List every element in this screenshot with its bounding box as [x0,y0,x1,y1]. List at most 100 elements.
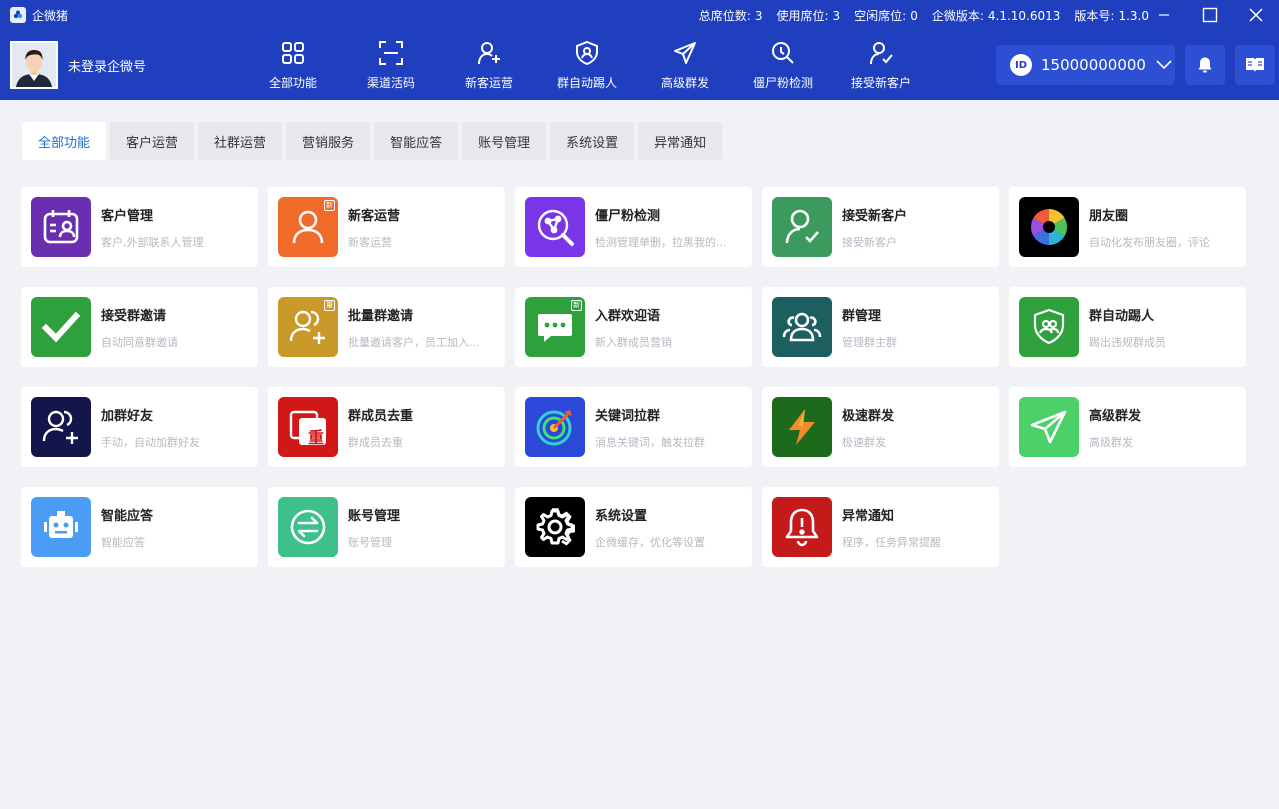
feature-title: 入群欢迎语 [595,309,661,324]
check-icon [31,297,91,357]
chat-icon: 新 [525,297,585,357]
search-icon [772,41,794,64]
feature-card[interactable]: 高级群发 高级群发 [1009,387,1246,467]
feature-card[interactable]: 关键词拉群消息关键词，触发拉群 [515,387,752,467]
feature-card[interactable]: 账号管理 账号管理 [268,487,505,567]
send-icon [674,41,696,64]
id-badge: ID [1010,54,1032,76]
user-check-icon [772,197,832,257]
feature-title: 异常通知 [842,509,895,524]
bell-icon [772,497,832,557]
switch-icon [278,497,338,557]
bell-icon [1198,57,1212,73]
nav-channel-qrcode[interactable]: 渠道活码 [342,30,440,100]
feature-title: 极速群发 [842,409,895,424]
feature-description: 自动化发布朋友圈，评论 [1089,236,1210,249]
stat-wecom-version: 企微版本: 4.1.10.6013 [931,8,1061,23]
feature-card[interactable]: 群管理 管理群主群 [762,287,999,367]
feature-card[interactable]: 加群好友 手动，自动加群好友 [21,387,258,467]
feature-title: 接受新客户 [842,209,908,224]
tab-marketing[interactable]: 营销服务 [286,122,371,160]
feature-card[interactable]: 量批量群邀请 批量邀请客户，员工加入... [268,287,505,367]
shield-icon [576,40,598,65]
feature-title: 客户管理 [101,209,154,224]
feature-description: 企微缓存，优化等设置 [595,536,705,549]
close-button[interactable] [1233,0,1279,30]
feature-card[interactable]: 系统设置企微缓存，优化等设置 [515,487,752,567]
nav-zombie-fan-check[interactable]: 僵尸粉检测 [734,30,832,100]
tab-account-mgmt[interactable]: 账号管理 [462,122,547,160]
tab-customer-ops[interactable]: 客户运营 [110,122,195,160]
feature-title: 智能应答 [101,509,154,524]
stat-used-seats: 使用席位: 3 [776,8,841,23]
minimize-icon [1159,14,1169,16]
aperture-icon [1019,197,1079,257]
feature-title: 新客运营 [348,209,401,224]
new-badge: 新 [571,300,582,311]
close-icon [1249,8,1263,22]
account-selector[interactable]: ID 15000000000 [996,45,1175,85]
notifications-button[interactable] [1185,45,1225,85]
feature-card[interactable]: 客户管理 客户,外部联系人管理 [21,187,258,267]
feature-card[interactable]: 接受群邀请自动同意群邀请 [21,287,258,367]
tab-exception-notice[interactable]: 异常通知 [638,122,723,160]
tab-all-features[interactable]: 全部功能 [22,122,107,160]
feature-description: 程序，任务异常提醒 [842,536,941,549]
feature-description: 群成员去重 [348,436,403,449]
tab-system-settings[interactable]: 系统设置 [550,122,635,160]
book-icon [1246,58,1264,72]
feature-title: 接受群邀请 [101,309,167,324]
nav-accept-new-customer[interactable]: 接受新客户 [832,30,930,100]
maximize-button[interactable] [1187,0,1233,30]
feature-description: 新入群成员营销 [595,336,672,349]
user-check-icon [870,41,893,64]
feature-card[interactable]: 智能应答 智能应答 [21,487,258,567]
feature-title: 系统设置 [595,509,648,524]
nav-all-features[interactable]: 全部功能 [244,30,342,100]
robot-icon [31,497,91,557]
feature-card[interactable]: 极速群发 极速群发 [762,387,999,467]
feature-title: 群自动踢人 [1089,309,1155,324]
scan-icon [379,40,403,65]
minimize-button[interactable] [1141,0,1187,30]
feature-card[interactable]: 接受新客户 接受新客户 [762,187,999,267]
feature-description: 消息关键词，触发拉群 [595,436,705,449]
feature-title: 群管理 [842,309,882,324]
feature-card[interactable]: 异常通知程序，任务异常提醒 [762,487,999,567]
gear-icon [525,497,585,557]
feature-title: 关键词拉群 [595,409,661,424]
feature-card[interactable]: 僵尸粉检测 检测管理单删，拉黑我的... [515,187,752,267]
feature-description: 手动，自动加群好友 [101,436,200,449]
grid-icon [282,41,304,64]
shield-icon [1019,297,1079,357]
icon-glyph: 重 [308,428,325,447]
feature-card[interactable]: 群自动踢人 踢出违规群成员 [1009,287,1246,367]
feature-card[interactable]: 新新客运营 新客运营 [268,187,505,267]
lightning-icon [772,397,832,457]
feature-title: 账号管理 [348,509,401,524]
feature-grid: 客户管理 客户,外部联系人管理新新客运营 新客运营 僵尸粉检测 检测管理单删，拉黑我的.… [21,187,1247,567]
feature-title: 朋友圈 [1089,209,1129,224]
nav-new-customer-ops[interactable]: 新客运营 [440,30,538,100]
feature-description: 高级群发 [1089,436,1133,449]
avatar-icon [12,43,56,87]
nav-group-auto-kick[interactable]: 群自动踢人 [538,30,636,100]
contact-calendar-icon [31,197,91,257]
avatar[interactable] [10,41,58,89]
dedupe-icon: 重 [278,397,338,457]
users-add-icon: 量 [278,297,338,357]
feature-card[interactable]: 新入群欢迎语新入群成员营销 [515,287,752,367]
manual-button[interactable] [1235,45,1275,85]
group-icon [772,297,832,357]
nav-advanced-broadcast[interactable]: 高级群发 [636,30,734,100]
feature-card[interactable]: 重群成员去重 群成员去重 [268,387,505,467]
feature-description: 管理群主群 [842,336,897,349]
user-add-icon [478,41,500,64]
maximize-icon [1202,7,1218,23]
stat-free-seats: 空闲席位: 0 [854,8,918,23]
tab-community-ops[interactable]: 社群运营 [198,122,283,160]
feature-description: 自动同意群邀请 [101,336,178,349]
tab-smart-reply[interactable]: 智能应答 [374,122,459,160]
feature-card[interactable]: 朋友圈自动化发布朋友圈，评论 [1009,187,1246,267]
feature-description: 极速群发 [842,436,886,449]
